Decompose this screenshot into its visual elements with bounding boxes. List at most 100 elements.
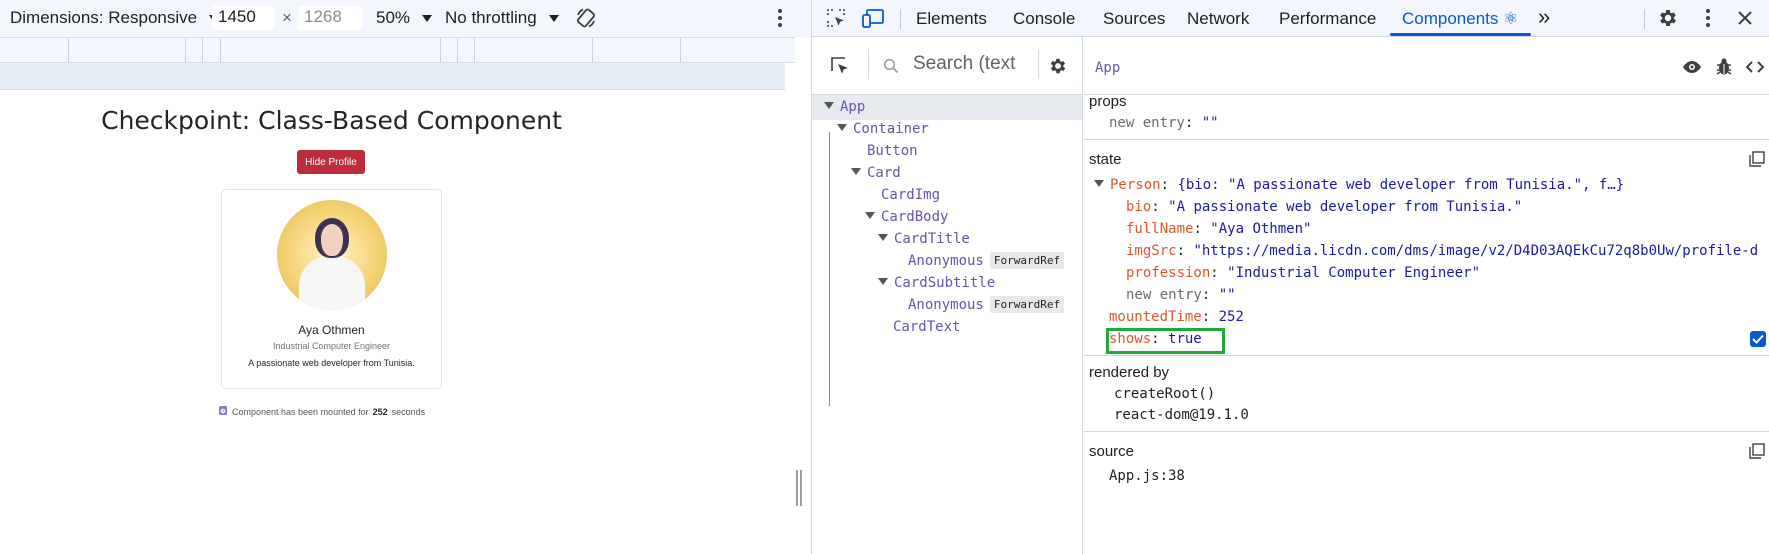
tree-item-cardtext[interactable]: CardText — [893, 315, 960, 340]
state-value: "Aya Othmen" — [1210, 221, 1312, 237]
close-icon[interactable] — [1733, 6, 1757, 30]
view-source-icon[interactable] — [1744, 56, 1766, 78]
forwardref-badge: ForwardRef — [989, 296, 1065, 313]
more-tabs-icon[interactable]: » — [1538, 0, 1550, 37]
state-mounted-time[interactable]: mountedTime: 252 — [1109, 309, 1244, 325]
tree-label: App — [840, 99, 866, 115]
state-field-fullname[interactable]: fullName: "Aya Othmen" — [1126, 221, 1311, 237]
copy-icon[interactable] — [1748, 150, 1766, 168]
throttling-label: No throttling — [445, 8, 537, 27]
props-section-title: props — [1089, 93, 1127, 110]
tree-label: Button — [867, 143, 918, 159]
resize-handle[interactable] — [796, 470, 802, 506]
tree-label: Anonymous — [908, 253, 984, 269]
tree-label: CardImg — [881, 187, 941, 203]
rendered-by-title: rendered by — [1089, 364, 1170, 381]
tree-label: Container — [853, 121, 929, 137]
shows-checkbox[interactable] — [1750, 331, 1766, 347]
dimensions-dropdown[interactable]: Dimensions: Responsive — [10, 8, 220, 28]
expand-triangle-icon[interactable] — [865, 212, 875, 219]
state-key: fullName — [1126, 221, 1194, 237]
tab-sources[interactable]: Sources — [1103, 0, 1165, 37]
expand-triangle-icon[interactable] — [851, 168, 861, 175]
state-value: "A passionate web developer from Tunisia… — [1168, 199, 1523, 215]
tree-label: CardBody — [881, 209, 949, 225]
width-input[interactable]: 1450 — [212, 6, 274, 30]
profile-card: Aya Othmen Industrial Computer Engineer … — [221, 189, 442, 389]
mounted-suffix: seconds — [391, 406, 426, 417]
tree-settings-gear-icon[interactable] — [1046, 54, 1070, 78]
inspector-header: App — [1084, 37, 1769, 95]
rendered-by-item[interactable]: react-dom@19.1.0 — [1114, 407, 1249, 423]
component-tree-pane: Search (text App Container Button Card C… — [812, 37, 1083, 554]
device-toggle-icon[interactable] — [860, 6, 886, 30]
mounted-prefix: Component has been mounted for — [232, 406, 369, 417]
tree-search-bar: Search (text — [812, 37, 1083, 95]
expand-triangle-icon[interactable] — [824, 102, 834, 109]
media-query-bar[interactable] — [0, 37, 795, 63]
inspect-element-icon[interactable] — [824, 6, 848, 30]
state-field-imgsrc[interactable]: imgSrc: "https://media.licdn.com/dms/ima… — [1126, 243, 1766, 259]
tab-console[interactable]: Console — [1013, 0, 1075, 37]
devtools-more-icon[interactable] — [1698, 6, 1718, 30]
zoom-dropdown[interactable]: 50% — [376, 8, 433, 28]
profile-bio: A passionate web developer from Tunisia. — [248, 358, 415, 368]
expand-triangle-icon[interactable] — [837, 124, 847, 131]
source-file-link[interactable]: App.js:38 — [1109, 468, 1185, 484]
rotate-icon[interactable] — [574, 6, 598, 30]
profile-profession: Industrial Computer Engineer — [272, 341, 391, 351]
tree-label: CardText — [893, 319, 961, 335]
expand-triangle-icon[interactable] — [878, 234, 888, 241]
active-tab-indicator — [1390, 33, 1531, 36]
copy-source-icon[interactable] — [1748, 442, 1766, 460]
state-field-bio[interactable]: bio: "A passionate web developer from Tu… — [1126, 199, 1522, 215]
inspector-pane: App props new entry: "" state Person: {b… — [1084, 37, 1769, 554]
state-value: "https://media.licdn.com/dms/image/v2/D4… — [1193, 243, 1759, 259]
device-toolbar: Dimensions: Responsive 1450 × 1268 50% N… — [0, 0, 812, 37]
profile-image — [277, 200, 387, 310]
tree-search-input[interactable]: Search (text — [913, 53, 1033, 75]
clock-icon — [218, 405, 228, 418]
dimensions-label: Dimensions: Responsive — [10, 8, 198, 27]
state-section-title: state — [1089, 151, 1122, 168]
devtools-tab-bar: Elements Console Sources Network Perform… — [812, 0, 1769, 37]
throttling-dropdown[interactable]: No throttling — [445, 8, 559, 28]
eye-icon[interactable] — [1681, 57, 1703, 77]
new-entry-key: new entry — [1126, 287, 1202, 303]
settings-gear-icon[interactable] — [1656, 6, 1680, 30]
tree-label: CardTitle — [894, 231, 970, 247]
expand-triangle-icon[interactable] — [1094, 180, 1104, 187]
state-value: {bio: "A passionate web developer from T… — [1177, 177, 1625, 193]
tab-performance[interactable]: Performance — [1279, 0, 1376, 37]
tree-guide-line — [829, 132, 830, 406]
forwardref-badge: ForwardRef — [989, 252, 1065, 269]
state-field-profession[interactable]: profession: "Industrial Computer Enginee… — [1126, 265, 1480, 281]
search-icon — [882, 57, 900, 75]
state-key: imgSrc — [1126, 243, 1177, 259]
mounted-time-text: Component has been mounted for 252 secon… — [218, 405, 425, 418]
height-input[interactable]: 1268 — [298, 6, 362, 30]
state-key: profession — [1126, 265, 1211, 281]
source-section-title: source — [1089, 443, 1135, 460]
more-options-icon[interactable] — [770, 6, 790, 30]
tab-components[interactable]: Components ⚛ — [1402, 0, 1518, 37]
selected-component-name: App — [1095, 60, 1121, 76]
highlight-box — [1106, 328, 1225, 354]
rendered-by-item[interactable]: createRoot() — [1114, 386, 1215, 402]
tree-label: Anonymous — [908, 297, 984, 313]
props-new-entry[interactable]: new entry: "" — [1109, 115, 1219, 131]
page-title: Checkpoint: Class-Based Component — [101, 106, 562, 135]
expand-triangle-icon[interactable] — [878, 278, 888, 285]
bug-icon[interactable] — [1713, 56, 1735, 78]
profile-name: Aya Othmen — [298, 323, 365, 337]
select-component-icon[interactable] — [828, 54, 852, 78]
state-new-entry[interactable]: new entry: "" — [1126, 287, 1236, 303]
hide-profile-button[interactable]: Hide Profile — [297, 150, 365, 174]
state-person-row[interactable]: Person: {bio: "A passionate web develope… — [1094, 177, 1624, 193]
tab-elements[interactable]: Elements — [916, 0, 987, 37]
new-entry-value: "" — [1218, 287, 1236, 303]
page-viewport: Checkpoint: Class-Based Component Hide P… — [0, 91, 785, 554]
tab-network[interactable]: Network — [1187, 0, 1249, 37]
chevron-down-icon — [548, 14, 559, 22]
state-key: bio — [1126, 199, 1152, 215]
